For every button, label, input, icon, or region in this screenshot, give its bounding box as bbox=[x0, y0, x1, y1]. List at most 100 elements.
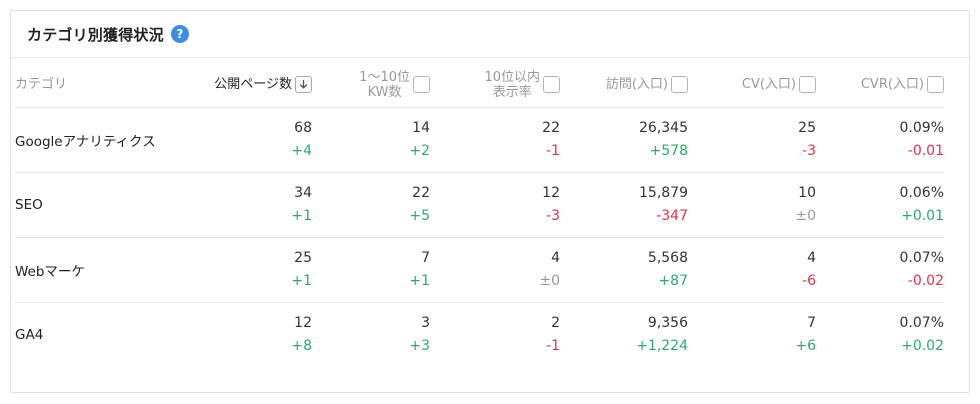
header-label: 公開ページ数 bbox=[214, 77, 292, 93]
metric-value: 22 bbox=[542, 119, 560, 136]
metric-delta: +5 bbox=[409, 207, 430, 224]
metric-delta: +4 bbox=[291, 142, 312, 159]
metric-value: 3 bbox=[421, 314, 430, 331]
table-row[interactable]: Googleアナリティクス 68 +4 14 +2 22 -1 26,345 +578 … bbox=[15, 107, 944, 172]
metric-cell: 0.07% +0.02 bbox=[816, 302, 944, 367]
column-checkbox[interactable] bbox=[543, 76, 560, 94]
metric-delta: +578 bbox=[649, 142, 688, 159]
help-icon[interactable]: ? bbox=[170, 25, 189, 43]
metric-cell: 12 +8 bbox=[200, 302, 312, 367]
metric-delta: -1 bbox=[546, 142, 560, 159]
metric-delta: +1,224 bbox=[636, 337, 688, 354]
metric-cell: 7 +6 bbox=[688, 302, 816, 367]
header-public-pages: 公開ページ数 bbox=[200, 63, 312, 107]
header-kw-1-10: 1〜10位 KW数 bbox=[312, 63, 430, 107]
metric-cell: 25 +1 bbox=[200, 237, 312, 302]
metric-cell: 14 +2 bbox=[312, 107, 430, 172]
metric-value: 7 bbox=[807, 314, 816, 331]
metric-value: 4 bbox=[551, 249, 560, 266]
header-kw-rate: 10位以内 表示率 bbox=[430, 63, 560, 107]
metric-value: 0.09% bbox=[899, 119, 944, 136]
metric-value: 5,568 bbox=[647, 249, 688, 266]
metric-cell: 22 -1 bbox=[430, 107, 560, 172]
metric-cell: 0.07% -0.02 bbox=[816, 237, 944, 302]
metric-value: 10 bbox=[798, 184, 816, 201]
metric-cell: 12 -3 bbox=[430, 172, 560, 237]
metric-delta: +3 bbox=[409, 337, 430, 354]
metric-cell: 10 ±0 bbox=[688, 172, 816, 237]
category-table: カテゴリ 公開ページ数 1〜10位 KW数 10位以内 表示率 訪問(入口) C… bbox=[15, 63, 944, 367]
metric-delta: ±0 bbox=[539, 272, 560, 289]
metric-delta: -1 bbox=[546, 337, 560, 354]
metric-value: 0.07% bbox=[899, 314, 944, 331]
metric-delta: -3 bbox=[802, 142, 816, 159]
metric-cell: 4 ±0 bbox=[430, 237, 560, 302]
header-label: 訪問(入口) bbox=[605, 77, 668, 93]
metric-delta: +6 bbox=[795, 337, 816, 354]
metric-delta: +0.01 bbox=[901, 207, 944, 224]
metric-delta: +87 bbox=[658, 272, 688, 289]
metric-cell: 0.09% -0.01 bbox=[816, 107, 944, 172]
table-header-row: カテゴリ 公開ページ数 1〜10位 KW数 10位以内 表示率 訪問(入口) C… bbox=[15, 63, 944, 107]
metric-delta: -3 bbox=[546, 207, 560, 224]
metric-value: 0.07% bbox=[899, 249, 944, 266]
column-checkbox[interactable] bbox=[927, 76, 944, 94]
metric-delta: +8 bbox=[291, 337, 312, 354]
metric-value: 25 bbox=[798, 119, 816, 136]
metric-cell: 7 +1 bbox=[312, 237, 430, 302]
header-label: CV(入口) bbox=[741, 77, 796, 93]
metric-delta: +1 bbox=[291, 272, 312, 289]
header-visits: 訪問(入口) bbox=[560, 63, 688, 107]
metric-delta: -6 bbox=[802, 272, 816, 289]
metric-value: 25 bbox=[294, 249, 312, 266]
metric-value: 7 bbox=[421, 249, 430, 266]
metric-cell: 22 +5 bbox=[312, 172, 430, 237]
sort-down-icon[interactable] bbox=[295, 76, 312, 94]
card-header: カテゴリ別獲得状況 ? bbox=[11, 11, 969, 58]
metric-delta: +2 bbox=[409, 142, 430, 159]
metric-cell: 5,568 +87 bbox=[560, 237, 688, 302]
metric-cell: 9,356 +1,224 bbox=[560, 302, 688, 367]
metric-cell: 34 +1 bbox=[200, 172, 312, 237]
column-checkbox[interactable] bbox=[799, 76, 816, 94]
metric-value: 14 bbox=[412, 119, 430, 136]
metric-value: 12 bbox=[294, 314, 312, 331]
metric-cell: 25 -3 bbox=[688, 107, 816, 172]
header-cv: CV(入口) bbox=[688, 63, 816, 107]
metric-delta: +1 bbox=[291, 207, 312, 224]
card-title: カテゴリ別獲得状況 bbox=[27, 25, 164, 44]
category-name: Webマーケ bbox=[15, 263, 85, 280]
metric-value: 9,356 bbox=[647, 314, 688, 331]
metric-value: 4 bbox=[807, 249, 816, 266]
metric-delta: -0.02 bbox=[907, 272, 944, 289]
column-checkbox[interactable] bbox=[671, 76, 688, 94]
metric-value: 22 bbox=[412, 184, 430, 201]
header-label: 1〜10位 KW数 bbox=[359, 69, 410, 100]
metric-cell: 3 +3 bbox=[312, 302, 430, 367]
metric-delta: ±0 bbox=[795, 207, 816, 224]
metric-cell: 0.06% +0.01 bbox=[816, 172, 944, 237]
header-cvr: CVR(入口) bbox=[816, 63, 944, 107]
metric-delta: +0.02 bbox=[901, 337, 944, 354]
header-label: CVR(入口) bbox=[860, 77, 924, 93]
table-row[interactable]: SEO 34 +1 22 +5 12 -3 15,879 -347 10 ±0 0.06%… bbox=[15, 172, 944, 237]
metric-value: 0.06% bbox=[899, 184, 944, 201]
metric-value: 15,879 bbox=[639, 184, 688, 201]
metric-value: 34 bbox=[294, 184, 312, 201]
table-row[interactable]: Webマーケ 25 +1 7 +1 4 ±0 5,568 +87 4 -6 0.07% -0… bbox=[15, 237, 944, 302]
metric-delta: -347 bbox=[656, 207, 688, 224]
header-category: カテゴリ bbox=[15, 63, 200, 107]
metric-delta: +1 bbox=[409, 272, 430, 289]
metric-cell: 2 -1 bbox=[430, 302, 560, 367]
metric-cell: 68 +4 bbox=[200, 107, 312, 172]
table-row[interactable]: GA4 12 +8 3 +3 2 -1 9,356 +1,224 7 +6 0.07% +0… bbox=[15, 302, 944, 367]
metric-cell: 15,879 -347 bbox=[560, 172, 688, 237]
category-name: Googleアナリティクス bbox=[15, 133, 156, 150]
metric-value: 68 bbox=[294, 119, 312, 136]
metric-value: 12 bbox=[542, 184, 560, 201]
category-name: GA4 bbox=[15, 326, 44, 343]
column-checkbox[interactable] bbox=[413, 76, 430, 94]
metric-cell: 26,345 +578 bbox=[560, 107, 688, 172]
header-label: 10位以内 表示率 bbox=[484, 69, 540, 100]
metric-value: 26,345 bbox=[639, 119, 688, 136]
